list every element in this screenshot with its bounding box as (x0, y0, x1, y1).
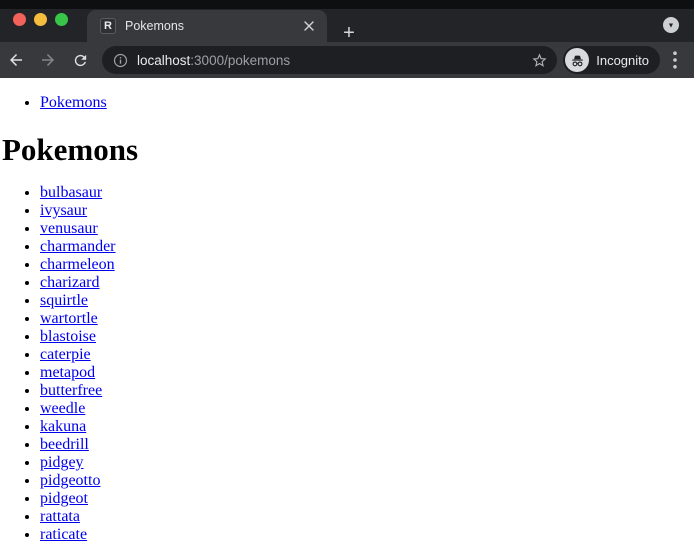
window-minimize-button[interactable] (34, 13, 47, 26)
window-close-button[interactable] (13, 13, 26, 26)
tab-title: Pokemons (125, 19, 185, 33)
pokemon-link[interactable]: metapod (40, 364, 95, 381)
list-item: charizard (40, 274, 694, 292)
list-item: pidgeot (40, 490, 694, 508)
list-item: pidgeotto (40, 472, 694, 490)
incognito-label: Incognito (596, 52, 649, 68)
reload-button[interactable] (66, 46, 94, 74)
list-item: rattata (40, 508, 694, 526)
pokemon-link[interactable]: butterfree (40, 382, 102, 399)
list-item: venusaur (40, 220, 694, 238)
chevron-down-icon: ▼ (667, 22, 675, 29)
pokemon-link[interactable]: blastoise (40, 328, 96, 345)
pokemon-link[interactable]: pidgeotto (40, 472, 100, 489)
pokemon-link[interactable]: pidgey (40, 454, 84, 471)
window-zoom-button[interactable] (55, 13, 68, 26)
pokemon-link[interactable]: raticate (40, 526, 87, 543)
more-menu-button[interactable] (664, 46, 686, 74)
reload-icon (74, 54, 86, 66)
pokemon-link[interactable]: venusaur (40, 220, 98, 237)
list-item: metapod (40, 364, 694, 382)
pokemon-link[interactable]: beedrill (40, 436, 89, 453)
browser-toolbar: localhost:3000/pokemons Incognito (0, 42, 694, 78)
arrow-right-icon (42, 54, 54, 66)
pokemon-link[interactable]: kakuna (40, 418, 86, 435)
new-tab-button[interactable]: + (337, 21, 361, 45)
site-info-icon[interactable] (113, 53, 128, 68)
list-item: charmeleon (40, 256, 694, 274)
pokemon-link[interactable]: squirtle (40, 292, 88, 309)
list-item: Pokemons (40, 94, 694, 112)
pokemon-link[interactable]: caterpie (40, 346, 91, 363)
list-item: raticate (40, 526, 694, 544)
list-item: blastoise (40, 328, 694, 346)
url-text[interactable]: localhost:3000/pokemons (137, 53, 531, 68)
nav-list: Pokemons (0, 94, 694, 112)
list-item: weedle (40, 400, 694, 418)
list-item: butterfree (40, 382, 694, 400)
incognito-badge: Incognito (563, 46, 660, 74)
pokemon-link[interactable]: charmander (40, 238, 116, 255)
tab-strip: R Pokemons + ▼ (0, 9, 694, 45)
url-path: :3000/pokemons (190, 52, 291, 68)
pokemon-link[interactable]: rattata (40, 508, 80, 525)
pokemon-link[interactable]: ivysaur (40, 202, 87, 219)
pokemon-link[interactable]: bulbasaur (40, 184, 102, 201)
window-titlebar (0, 0, 694, 9)
tab-overview-button[interactable]: ▼ (663, 17, 679, 33)
address-bar[interactable]: localhost:3000/pokemons (102, 46, 558, 74)
list-item: ivysaur (40, 202, 694, 220)
pokemon-link[interactable]: weedle (40, 400, 85, 417)
nav-link-pokemons[interactable]: Pokemons (40, 94, 107, 111)
list-item: bulbasaur (40, 184, 694, 202)
back-button[interactable] (2, 46, 30, 74)
pokemon-link[interactable]: charizard (40, 274, 100, 291)
list-item: squirtle (40, 292, 694, 310)
list-item: kakuna (40, 418, 694, 436)
kebab-menu-icon (673, 51, 677, 69)
remix-favicon-icon: R (100, 18, 116, 34)
list-item: beedrill (40, 436, 694, 454)
browser-tab-pokemons[interactable]: R Pokemons (87, 10, 327, 42)
arrow-left-icon (10, 54, 22, 66)
pokemon-link[interactable]: charmeleon (40, 256, 115, 273)
pokemon-link[interactable]: wartortle (40, 310, 98, 327)
tab-close-icon[interactable] (301, 18, 317, 34)
list-item: caterpie (40, 346, 694, 364)
list-item: pidgey (40, 454, 694, 472)
list-item: charmander (40, 238, 694, 256)
url-host: localhost (137, 52, 191, 68)
pokemon-link[interactable]: pidgeot (40, 490, 88, 507)
forward-button[interactable] (34, 46, 62, 74)
page-title: Pokemons (2, 132, 139, 167)
browser-window: R Pokemons + ▼ localhost:3000/pokemons I… (0, 0, 694, 556)
list-item: wartortle (40, 310, 694, 328)
page-content: Pokemons Pokemons bulbasaurivysaurvenusa… (0, 78, 694, 556)
bookmark-star-icon[interactable] (531, 52, 548, 69)
window-controls (13, 13, 68, 26)
pokemon-list: bulbasaurivysaurvenusaurcharmandercharme… (0, 184, 694, 544)
incognito-icon (565, 48, 590, 72)
